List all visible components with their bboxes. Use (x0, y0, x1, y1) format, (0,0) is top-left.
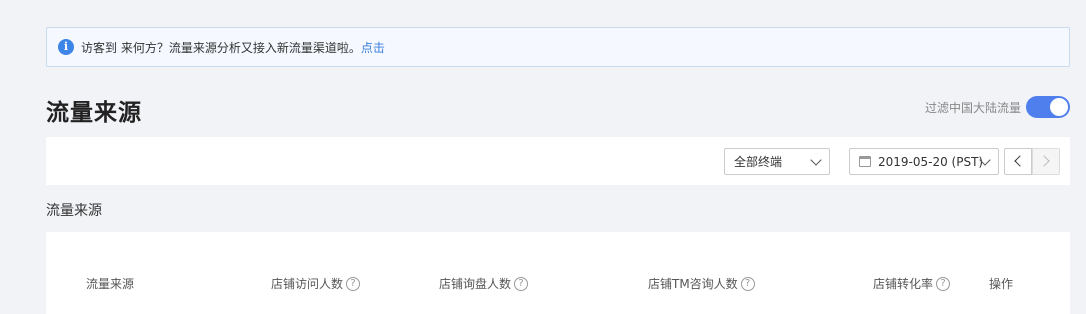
toggle-knob (1050, 98, 1068, 116)
traffic-table: 流量来源 店铺访问人数 ? 店铺询盘人数 ? 店铺TM咨询人数 ? 店铺转化率 … (46, 232, 1070, 314)
toolbar: 全部终端 2019-05-20 (PST) (46, 137, 1070, 185)
chevron-left-icon (1014, 155, 1026, 167)
column-header-conversion: 店铺转化率 ? (873, 275, 951, 292)
calendar-icon (859, 156, 871, 167)
column-header-label: 店铺访问人数 (271, 277, 344, 291)
column-header-label: 店铺TM咨询人数 (648, 277, 738, 291)
help-icon[interactable]: ? (514, 276, 529, 291)
notice-link[interactable]: 点击 (361, 39, 385, 56)
chevron-down-icon (810, 154, 822, 166)
column-header-actions: 操作 (989, 275, 1013, 292)
notice-text: 访客到 来何方？流量来源分析又接入新流量渠道啦。 (81, 40, 361, 55)
column-header-inquirers: 店铺询盘人数 ? (439, 275, 529, 292)
column-header-tm-consult: 店铺TM咨询人数 ? (648, 275, 755, 292)
mainland-filter-toggle[interactable] (1026, 96, 1070, 118)
notice-banner: i 访客到 来何方？流量来源分析又接入新流量渠道啦。 点击 (46, 27, 1070, 67)
terminal-select-value: 全部终端 (734, 155, 783, 169)
page-title: 流量来源 (46, 100, 142, 126)
info-icon: i (58, 39, 74, 55)
column-header-label: 流量来源 (86, 277, 135, 291)
help-icon[interactable]: ? (740, 276, 755, 291)
terminal-select[interactable]: 全部终端 (724, 148, 830, 175)
column-header-label: 店铺询盘人数 (439, 277, 512, 291)
date-select-value: 2019-05-20 (PST) (878, 154, 984, 169)
help-icon[interactable]: ? (936, 276, 951, 291)
column-header-label: 操作 (989, 277, 1014, 291)
chevron-right-icon (1038, 155, 1050, 167)
column-header-label: 店铺转化率 (873, 277, 934, 291)
section-title: 流量来源 (46, 203, 102, 219)
column-header-visitors: 店铺访问人数 ? (271, 275, 361, 292)
next-date-button[interactable] (1032, 148, 1060, 175)
help-icon[interactable]: ? (346, 276, 361, 291)
prev-date-button[interactable] (1004, 148, 1032, 175)
column-header-source: 流量来源 (86, 275, 134, 292)
mainland-filter: 过滤中国大陆流量 (925, 96, 1070, 118)
mainland-filter-label: 过滤中国大陆流量 (924, 100, 1021, 115)
date-select[interactable]: 2019-05-20 (PST) (849, 148, 999, 175)
